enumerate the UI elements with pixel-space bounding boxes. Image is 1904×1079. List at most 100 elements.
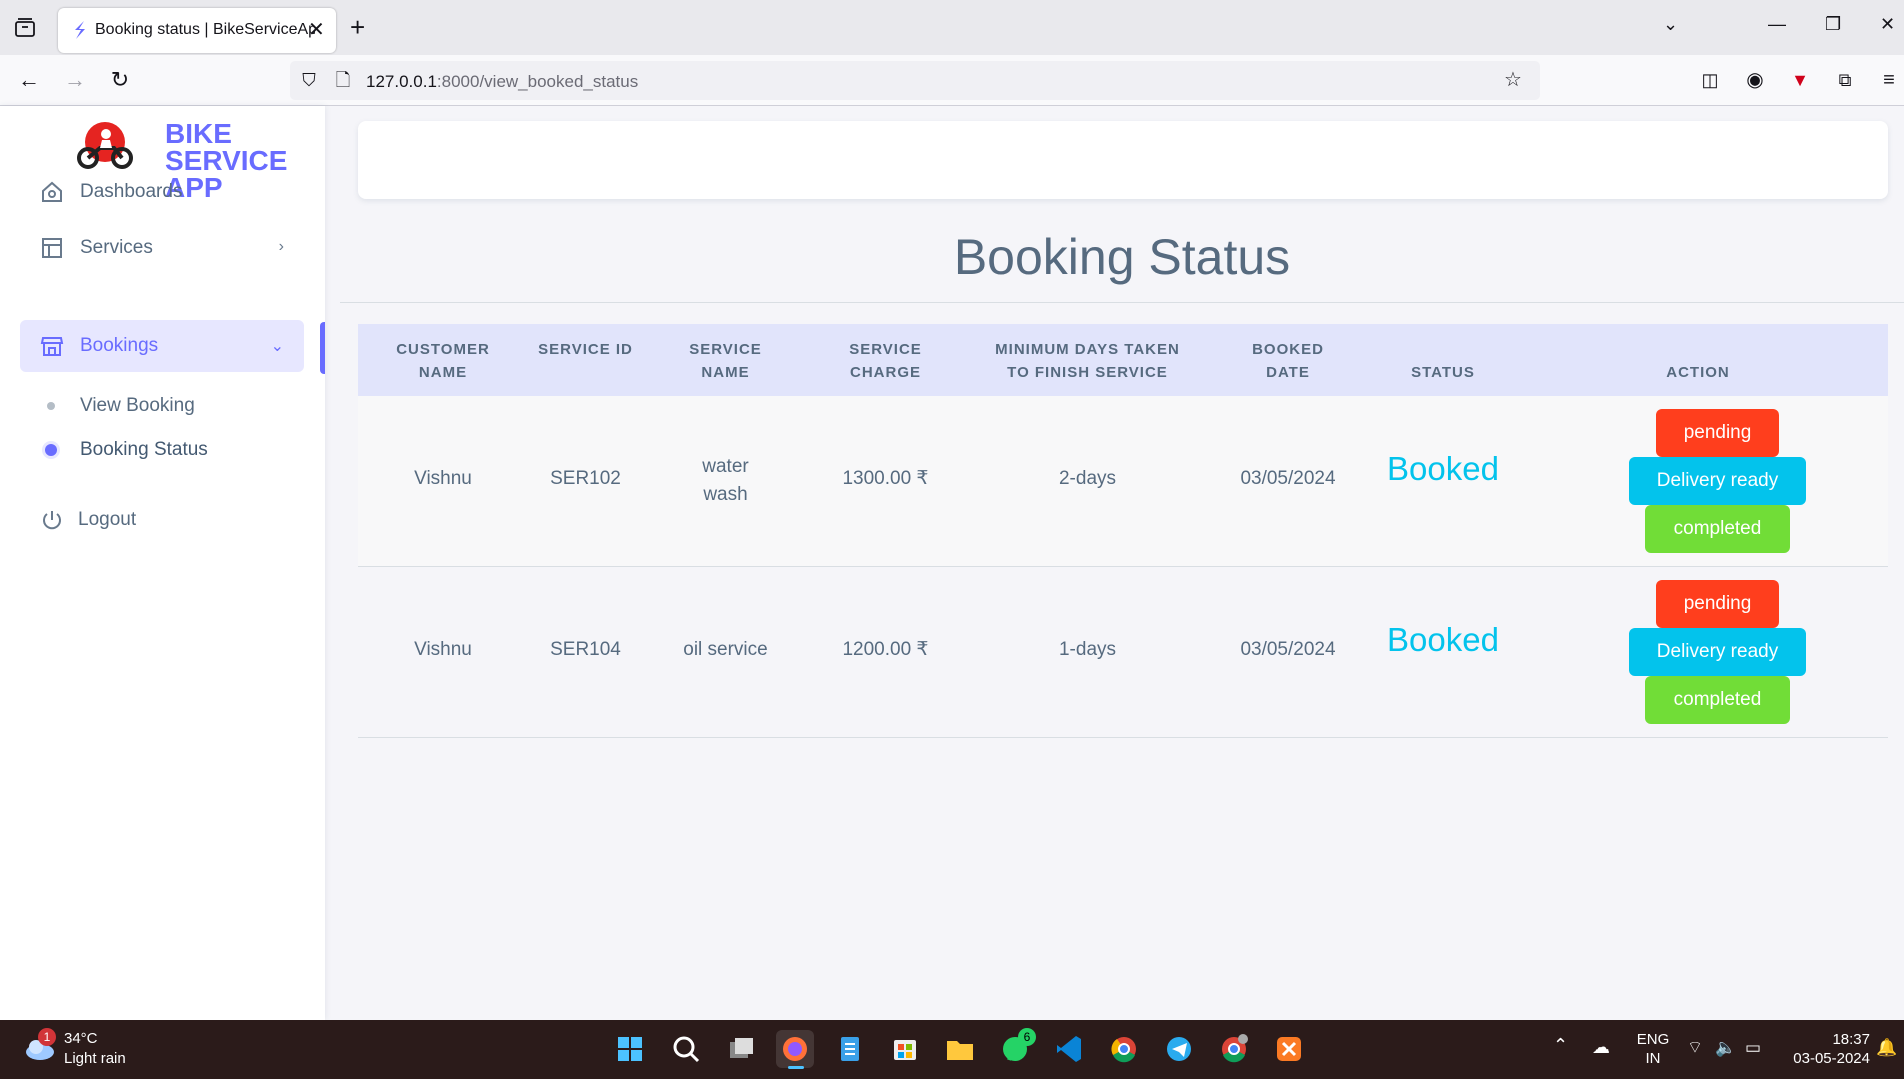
page-title: Booking Status — [953, 229, 1291, 285]
language-indicator[interactable]: ENG IN — [1636, 1030, 1670, 1068]
tab-list-icon[interactable] — [13, 16, 37, 40]
chevron-up-icon[interactable]: ⌃ — [1553, 1036, 1568, 1055]
active-app-indicator — [788, 1066, 804, 1069]
onedrive-icon[interactable]: ☁ — [1592, 1038, 1610, 1057]
delivery-ready-button[interactable]: Delivery ready — [1629, 457, 1806, 505]
submenu-label: View Booking — [80, 395, 195, 416]
close-tab-icon[interactable]: ✕ — [308, 17, 325, 42]
firefox-icon[interactable] — [776, 1030, 814, 1069]
url-text: 127.0.0.1:8000/view_booked_status — [366, 72, 639, 91]
weather-temp: 34°C — [64, 1030, 98, 1047]
browser-tab[interactable]: Booking status | BikeServiceApp ✕ — [58, 8, 336, 53]
whatsapp-icon[interactable]: 6 — [996, 1028, 1036, 1068]
page-info-icon[interactable]: 🗋 — [330, 67, 356, 93]
power-icon — [40, 508, 64, 532]
store-icon — [40, 334, 64, 358]
table-row: Vishnu SER102 water wash 1300.00 ₹ 2-day… — [358, 396, 1888, 567]
notification-bell-icon[interactable]: 🔔 — [1876, 1038, 1897, 1057]
minimize-icon[interactable]: — — [1768, 14, 1786, 35]
bullet-icon — [47, 402, 55, 410]
menu-item-logout[interactable]: Logout — [20, 494, 304, 546]
menu-hamburger-icon[interactable]: ≡ — [1876, 67, 1902, 93]
sidebar-item-view-booking[interactable]: View Booking — [20, 382, 304, 428]
cell-booked-date: 03/05/2024 — [1240, 468, 1336, 489]
xampp-icon[interactable] — [1270, 1030, 1308, 1068]
cell-service-id: SER102 — [550, 468, 621, 489]
th-booked-date: BOOKED DATE — [1252, 341, 1324, 381]
file-explorer-icon[interactable] — [941, 1030, 979, 1068]
notepad-icon[interactable] — [831, 1030, 869, 1068]
menu-label: Services — [80, 237, 153, 258]
active-indicator — [320, 322, 325, 374]
extension-icon[interactable]: ▼ — [1787, 67, 1813, 93]
cell-min-days: 1-days — [1058, 639, 1117, 660]
volume-icon[interactable]: 🔈 — [1715, 1038, 1736, 1057]
cell-customer-name: Vishnu — [414, 468, 472, 489]
task-view-icon[interactable] — [722, 1030, 760, 1068]
delivery-ready-button[interactable]: Delivery ready — [1629, 628, 1806, 676]
sidebar: BIKE SERVICE APP Dashboards Services › B… — [0, 106, 325, 1020]
chrome-icon[interactable] — [1105, 1030, 1143, 1068]
table-header: CUSTOMER NAME SERVICE ID SERVICE NAME SE… — [358, 324, 1888, 396]
bike-logo-icon[interactable] — [76, 120, 134, 170]
chrome-profile-icon[interactable] — [1215, 1030, 1253, 1068]
cell-service-charge: 1300.00 ₹ — [842, 468, 929, 489]
clock[interactable]: 18:37 03-05-2024 — [1780, 1030, 1870, 1068]
browser-tab-bar: Booking status | BikeServiceApp ✕ + ⌄ — … — [0, 0, 1904, 55]
chevron-right-icon: › — [278, 238, 284, 255]
weather-condition: Light rain — [64, 1050, 126, 1067]
cell-booked-date: 03/05/2024 — [1240, 639, 1336, 660]
restore-icon[interactable]: ❐ — [1825, 14, 1841, 35]
notification-badge: 6 — [1018, 1028, 1036, 1046]
battery-icon[interactable]: ▭ — [1745, 1038, 1761, 1057]
reload-icon[interactable]: ↻ — [107, 67, 133, 93]
chevron-down-icon: ⌄ — [270, 338, 284, 355]
submenu-label: Booking Status — [80, 439, 208, 460]
notification-badge: 1 — [38, 1028, 56, 1046]
th-min-days: MINIMUM DAYS TAKEN TO FINISH SERVICE — [995, 341, 1180, 381]
menu-item-dashboards[interactable]: Dashboards — [20, 166, 304, 218]
completed-button[interactable]: completed — [1645, 505, 1790, 553]
menu-label: Bookings — [80, 335, 159, 356]
status-text: Booked — [1387, 450, 1499, 487]
th-service-id: SERVICE ID — [538, 341, 633, 358]
top-navbar-card — [358, 121, 1888, 199]
menu-item-bookings[interactable]: Bookings ⌄ — [20, 320, 304, 372]
menu-item-services[interactable]: Services › — [20, 222, 304, 274]
pocket-icon[interactable]: ◫ — [1697, 67, 1723, 93]
back-icon[interactable]: ← — [16, 67, 42, 93]
cell-service-id: SER104 — [550, 639, 621, 660]
th-service-charge: SERVICE CHARGE — [849, 341, 922, 381]
bookmark-star-icon[interactable]: ☆ — [1500, 67, 1526, 93]
table-row: Vishnu SER104 oil service 1200.00 ₹ 1-da… — [358, 567, 1888, 738]
forward-icon[interactable]: → — [62, 67, 88, 93]
menu-label: Dashboards — [80, 181, 183, 202]
status-text: Booked — [1387, 621, 1499, 658]
telegram-icon[interactable] — [1160, 1030, 1198, 1068]
account-icon[interactable]: ◉ — [1742, 67, 1768, 93]
sidebar-item-booking-status[interactable]: Booking Status — [20, 426, 304, 472]
start-icon[interactable] — [611, 1030, 649, 1068]
tab-title: Booking status | BikeServiceApp — [95, 21, 315, 38]
extensions-puzzle-icon[interactable]: ⧉ — [1832, 67, 1858, 93]
microsoft-store-icon[interactable] — [886, 1030, 924, 1068]
cell-service-name: oil service — [683, 639, 768, 660]
search-icon[interactable] — [667, 1030, 705, 1068]
address-bar[interactable]: ⛉ 🗋 127.0.0.1:8000/view_booked_status ☆ — [290, 61, 1540, 100]
th-status: STATUS — [1411, 364, 1475, 381]
menu-label: Logout — [78, 509, 137, 530]
layout-icon — [40, 236, 64, 260]
close-window-icon[interactable]: ✕ — [1880, 14, 1895, 35]
weather-widget[interactable]: 1 34°C Light rain — [22, 1028, 162, 1070]
site-favicon-icon — [72, 20, 88, 40]
tab-overflow-chevron-icon[interactable]: ⌄ — [1663, 14, 1678, 35]
shield-icon[interactable]: ⛉ — [296, 67, 322, 93]
pending-button[interactable]: pending — [1656, 409, 1779, 457]
wifi-icon[interactable]: ⌔ — [1687, 1038, 1703, 1057]
pending-button[interactable]: pending — [1656, 580, 1779, 628]
cell-service-name: water wash — [702, 456, 749, 505]
completed-button[interactable]: completed — [1645, 676, 1790, 724]
browser-nav-bar: ← → ↻ ⛉ 🗋 127.0.0.1:8000/view_booked_sta… — [0, 55, 1904, 106]
vscode-icon[interactable] — [1050, 1030, 1088, 1068]
new-tab-icon[interactable]: + — [350, 12, 365, 43]
